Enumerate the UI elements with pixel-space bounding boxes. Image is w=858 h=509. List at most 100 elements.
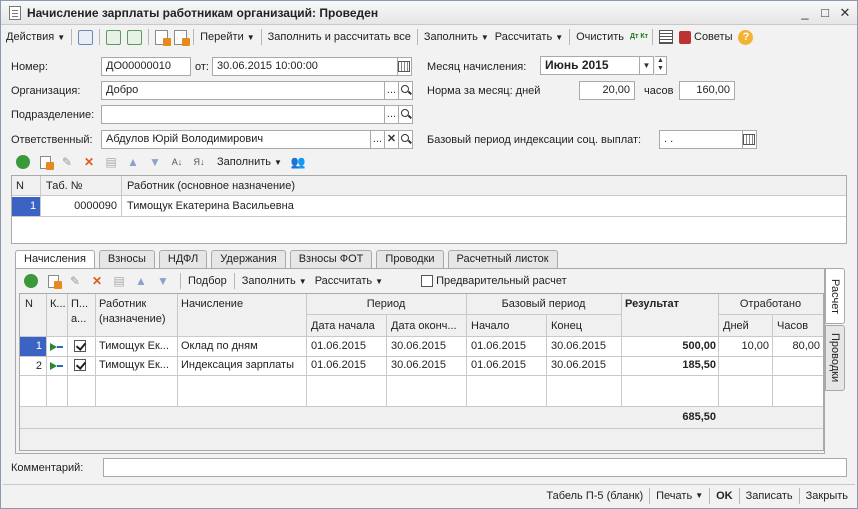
move-down-button[interactable]: ▼ (155, 273, 171, 289)
ok-button[interactable]: OK (713, 486, 736, 506)
tips-button[interactable]: Советы (676, 27, 735, 47)
subdivision-select-button[interactable]: ... (385, 105, 399, 124)
base-period-calendar-button[interactable] (743, 130, 757, 149)
actions-menu[interactable]: Действия ▼ (3, 27, 68, 47)
org-field[interactable]: Добро (101, 81, 385, 100)
goto-menu[interactable]: Перейти ▼ (197, 27, 258, 47)
base-period-field[interactable]: . . (659, 130, 743, 149)
copy-row-button[interactable] (45, 273, 62, 289)
separator (738, 487, 740, 504)
delete-row-button[interactable]: ✕ (81, 154, 97, 170)
end-edit-button[interactable]: ▤ (111, 273, 127, 289)
row-n: 2 (35, 360, 42, 372)
calculate-menu[interactable]: Рассчитать ▼ (492, 27, 566, 47)
dt-kt-button[interactable]: Дт Кт (627, 27, 649, 47)
col-a-header: а... (71, 313, 87, 325)
add-icon (16, 155, 30, 169)
help-button[interactable]: ? (735, 27, 756, 47)
norm-days-field[interactable]: 20,00 (579, 81, 635, 100)
tab-payslip[interactable]: Расчетный листок (447, 250, 558, 268)
add-row-button[interactable] (23, 273, 39, 289)
copy-row-button[interactable] (37, 154, 54, 170)
side-tab-calc[interactable]: Расчет (825, 268, 845, 324)
save-disk-icon: ▤ (113, 274, 125, 288)
doc-struct-button[interactable] (171, 27, 191, 47)
workers-toolbar: ✎ ✕ ▤ ▲ ▼ A↓ Я↓ Заполнить ▼ 👥 (15, 154, 312, 170)
row-period-start: 01.06.2015 (311, 340, 367, 352)
responsible-search-icon[interactable] (399, 130, 413, 149)
tab-fot-contributions[interactable]: Взносы ФОТ (289, 250, 373, 268)
tab-deductions[interactable]: Удержания (211, 250, 286, 268)
tab-contributions[interactable]: Взносы (98, 250, 155, 268)
month-field[interactable]: Июнь 2015 (540, 56, 640, 75)
preliminary-checkbox[interactable] (421, 275, 434, 288)
org-search-icon[interactable] (399, 81, 413, 100)
edit-row-button[interactable]: ✎ (59, 154, 75, 170)
move-up-button[interactable]: ▲ (125, 154, 141, 170)
post-button[interactable] (124, 27, 145, 47)
org-select-button[interactable]: ... (385, 81, 399, 100)
row-active-checkbox[interactable] (74, 359, 86, 371)
col-period-end-header: Дата оконч... (391, 320, 457, 332)
sort-asc-button[interactable]: A↓ (169, 154, 185, 170)
caret-down-icon: ▼ (298, 277, 307, 286)
tab-accruals[interactable]: Начисления (15, 250, 95, 269)
norm-hours-field[interactable]: 160,00 (679, 81, 735, 100)
structure-button[interactable] (656, 27, 676, 47)
month-dropdown-icon[interactable]: ▼ (640, 56, 654, 75)
subdivision-search-icon[interactable] (399, 105, 413, 124)
back-button[interactable] (75, 27, 96, 47)
preliminary-calc-toggle[interactable]: Предварительный расчет (421, 275, 567, 288)
actions-label: Действия (6, 31, 55, 43)
tab-ndfl[interactable]: НДФЛ (158, 250, 208, 268)
accruals-toolbar: ✎ ✕ ▤ ▲ ▼ Подбор Заполнить ▼ Рассчитать ▼ … (23, 273, 567, 289)
delete-row-button[interactable]: ✕ (89, 273, 105, 289)
print-menu[interactable]: Печать ▼ (653, 486, 706, 506)
number-field[interactable]: ДО00000010 (101, 57, 191, 76)
responsible-field[interactable]: Абдулов Юрій Володимирович (101, 130, 371, 149)
comment-field[interactable] (103, 458, 847, 477)
subdivision-field[interactable] (101, 105, 385, 124)
sort-desc-button[interactable]: Я↓ (191, 154, 207, 170)
date-calendar-button[interactable] (398, 57, 412, 76)
fill-menu[interactable]: Заполнить ▼ (421, 27, 492, 47)
org-label: Организация: (11, 85, 81, 97)
maximize-icon[interactable]: □ (817, 5, 833, 21)
move-up-button[interactable]: ▲ (133, 273, 149, 289)
date-field[interactable]: 30.06.2015 10:00:00 (212, 57, 398, 76)
end-edit-button[interactable]: ▤ (103, 154, 119, 170)
edit-row-button[interactable]: ✎ (67, 273, 83, 289)
tabel-button[interactable]: Табель П-5 (бланк) (543, 486, 646, 506)
month-spin-icon[interactable]: ▲ ▼ (655, 56, 667, 75)
fill-and-calc-button[interactable]: Заполнить и рассчитать все (265, 27, 414, 47)
close-icon[interactable]: ✕ (837, 5, 853, 21)
move-down-button[interactable]: ▼ (147, 154, 163, 170)
row-active-checkbox[interactable] (74, 340, 86, 352)
col-accrual-header: Начисление (181, 298, 244, 310)
select-workers-button[interactable]: 👥 (290, 154, 306, 170)
add-row-button[interactable] (15, 154, 31, 170)
doc-move-button[interactable] (152, 27, 172, 47)
row-base-end: 30.06.2015 (551, 340, 607, 352)
minimize-icon[interactable]: _ (797, 5, 813, 21)
workers-fill-menu[interactable]: Заполнить ▼ (217, 156, 282, 168)
save-button[interactable]: Записать (743, 486, 796, 506)
row-base-end: 30.06.2015 (551, 359, 607, 371)
grid-line (718, 314, 823, 315)
responsible-clear-icon[interactable]: ✕ (385, 130, 399, 149)
accruals-calc-menu[interactable]: Рассчитать ▼ (315, 275, 383, 287)
selection-button[interactable]: Подбор (188, 275, 227, 287)
row-n: 1 (20, 337, 46, 356)
close-button[interactable]: Закрыть (803, 486, 851, 506)
refresh-icon (106, 29, 122, 45)
table-row[interactable]: 2 Тимощук Ек... Индексация зарплаты 01.0… (20, 357, 823, 375)
side-tab-postings[interactable]: Проводки (825, 325, 845, 391)
table-row[interactable]: 1 0000090 Тимощук Екатерина Васильевна (12, 197, 846, 216)
refresh-button[interactable] (103, 27, 124, 47)
accruals-fill-menu[interactable]: Заполнить ▼ (242, 275, 307, 287)
tab-postings[interactable]: Проводки (376, 250, 444, 268)
col-worker-header: Работник (основное назначение) (127, 180, 295, 192)
clear-button[interactable]: Очистить (573, 27, 627, 47)
responsible-select-button[interactable]: ... (371, 130, 385, 149)
table-row[interactable]: 1 Тимощук Ек... Оклад по дням 01.06.2015… (20, 337, 823, 356)
